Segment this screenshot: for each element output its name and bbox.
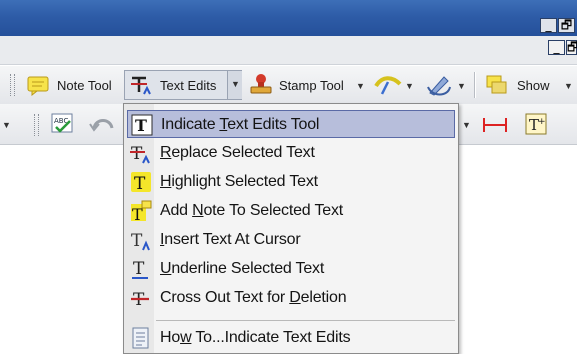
pencil-attach-icon <box>427 76 451 96</box>
title-bar <box>0 0 577 36</box>
spell-check-icon[interactable]: ABC <box>50 112 76 138</box>
show-comments-icon <box>486 75 507 94</box>
svg-text:T: T <box>134 174 146 193</box>
note-icon <box>27 76 49 96</box>
menu-item-label: Indicate Text Edits Tool <box>161 116 320 133</box>
note-tool-label: Note Tool <box>57 78 112 93</box>
svg-text:+: + <box>538 117 546 127</box>
drawing-dropdown-arrow[interactable]: ▼ <box>405 81 414 91</box>
attach-tool-button[interactable]: ▼ <box>422 72 468 98</box>
menu-item-label: Underline Selected Text <box>160 260 325 277</box>
menu-item-insert-text-at-cursor[interactable]: T Insert Text At Cursor <box>127 226 455 254</box>
replace-text-icon: T <box>130 144 150 164</box>
menu-item-underline-selected-text[interactable]: T Underline Selected Text <box>127 255 455 283</box>
line-dropdown-arrow[interactable]: ▼ <box>462 120 471 130</box>
menu-separator <box>156 320 455 321</box>
menu-item-cross-out-text-for-deletion[interactable]: T Cross Out Text for Deletion <box>127 284 455 312</box>
minimize-button[interactable]: _ <box>540 18 557 33</box>
show-dropdown-arrow[interactable]: ▼ <box>564 81 573 91</box>
overflow-arrow[interactable]: ▼ <box>2 120 11 130</box>
undo-icon[interactable] <box>88 114 118 136</box>
show-label: Show <box>517 78 550 93</box>
drawing-tools-button[interactable]: ▼ <box>372 72 416 98</box>
dimension-line-icon[interactable] <box>480 114 510 136</box>
menu-item-replace-selected-text[interactable]: T Replace Selected Text <box>127 139 455 167</box>
menu-item-indicate-text-edits-tool[interactable]: T Indicate Text Edits Tool <box>127 110 455 138</box>
menu-strip <box>0 36 577 65</box>
doc-minimize-button[interactable]: _ <box>548 40 565 55</box>
svg-text:T: T <box>132 205 143 222</box>
cross-out-text-icon: T <box>131 290 149 309</box>
svg-text:T: T <box>131 144 143 164</box>
menu-item-how-to-indicate-text-edits[interactable]: How To...Indicate Text Edits <box>127 324 455 352</box>
doc-restore-button[interactable]: 🗗 <box>566 40 577 55</box>
show-button[interactable]: Show ▼ <box>484 72 577 98</box>
menu-item-label: Cross Out Text for Deletion <box>160 289 347 306</box>
how-to-icon <box>132 327 149 349</box>
toolbar-grip[interactable] <box>10 74 15 96</box>
menu-item-label: How To...Indicate Text Edits <box>160 329 351 346</box>
text-edits-dropdown-arrow[interactable]: ▼ <box>227 71 242 99</box>
svg-text:T: T <box>133 259 145 279</box>
menu-item-label: Replace Selected Text <box>160 144 315 161</box>
restore-button[interactable]: 🗗 <box>558 18 575 33</box>
add-note-text-icon: T <box>131 200 152 222</box>
menu-item-highlight-selected-text[interactable]: T Highlight Selected Text <box>127 168 455 196</box>
insert-text-icon: T <box>131 231 150 251</box>
menu-item-label: Highlight Selected Text <box>160 173 318 190</box>
svg-text:T: T <box>131 231 143 251</box>
svg-text:T: T <box>135 116 147 135</box>
indicate-text-edits-icon: T <box>131 114 153 136</box>
underline-text-icon: T <box>132 259 148 279</box>
toolbar-grip-2[interactable] <box>34 114 39 136</box>
stamp-tool-label: Stamp Tool <box>279 78 344 93</box>
toolbar-separator <box>474 72 476 98</box>
text-edits-icon <box>131 76 151 95</box>
menu-item-label: Insert Text At Cursor <box>160 231 301 248</box>
text-edits-button[interactable]: Text Edits ▼ <box>124 70 242 100</box>
drawing-markup-icon <box>374 76 402 95</box>
stamp-dropdown-arrow[interactable]: ▼ <box>356 81 365 91</box>
text-box-tool-icon[interactable]: T + <box>524 112 550 138</box>
attach-dropdown-arrow[interactable]: ▼ <box>457 81 466 91</box>
menu-item-label: Add Note To Selected Text <box>160 202 343 219</box>
stamp-icon <box>250 74 272 94</box>
highlight-text-icon: T <box>131 172 151 193</box>
menu-item-add-note-to-selected-text[interactable]: T Add Note To Selected Text <box>127 197 455 225</box>
text-edits-label: Text Edits <box>160 78 217 93</box>
